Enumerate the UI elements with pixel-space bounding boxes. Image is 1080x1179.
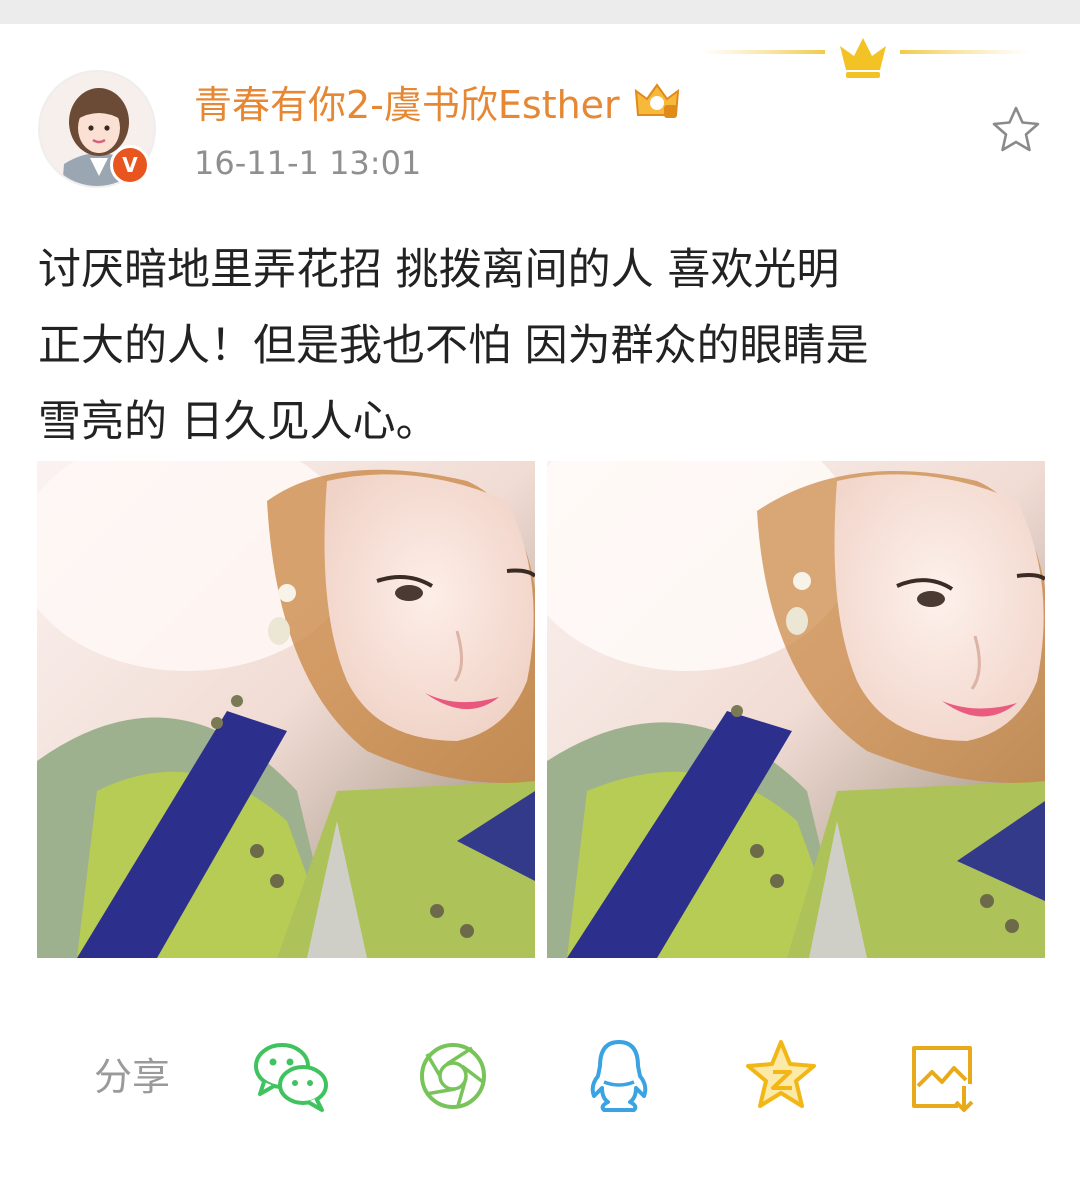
post-timestamp: 16-11-1 13:01 (194, 144, 422, 182)
crown-decoration-icon (700, 38, 1030, 78)
post-text: 讨厌暗地里弄花招 挑拨离间的人 喜欢光明 正大的人！但是我也不怕 因为群众的眼睛… (38, 232, 1048, 460)
favorite-star-icon[interactable] (990, 104, 1042, 156)
wechat-icon (254, 1043, 328, 1112)
post-photo-2[interactable] (547, 461, 1045, 958)
save-image-button[interactable] (902, 1036, 984, 1116)
qzone-icon (746, 1040, 816, 1108)
share-qq-button[interactable] (578, 1036, 660, 1116)
post-photo-1[interactable] (37, 461, 535, 958)
share-moments-button[interactable] (412, 1036, 494, 1116)
post-text-line: 讨厌暗地里弄花招 挑拨离间的人 喜欢光明 (38, 245, 840, 295)
share-wechat-button[interactable] (250, 1036, 332, 1116)
verified-badge: V (110, 145, 150, 185)
share-qzone-button[interactable] (740, 1036, 822, 1116)
username[interactable]: 青春有你2-虞书欣Esther (194, 74, 620, 129)
username-row: 青春有你2-虞书欣Esther (194, 74, 680, 128)
share-label: 分享 (94, 1055, 171, 1099)
qq-icon (590, 1040, 648, 1112)
post-text-line: 雪亮的 日久见人心。 (38, 397, 439, 447)
moments-icon (420, 1043, 486, 1109)
vip-crown-icon (634, 83, 679, 118)
share-bar: 分享 (0, 1024, 1080, 1124)
save-image-icon (912, 1046, 974, 1112)
weibo-post-card: V 青春有你2-虞书欣Esther 16-11-1 13:01 讨厌暗地里弄花招… (0, 0, 1080, 1179)
post-text-line: 正大的人！但是我也不怕 因为群众的眼睛是 (38, 321, 869, 371)
